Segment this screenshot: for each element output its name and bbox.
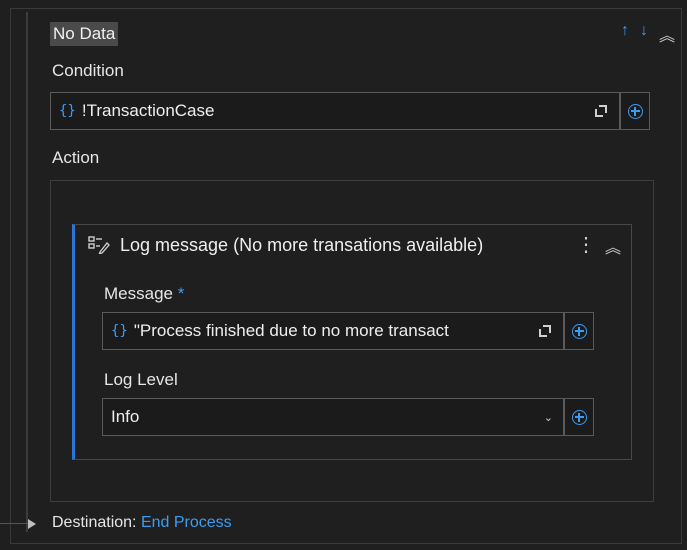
move-down-icon[interactable]: ↓ — [640, 22, 648, 46]
log-level-add-button[interactable] — [564, 398, 594, 436]
destination[interactable]: Destination: End Process — [52, 514, 232, 532]
message-label: Message * — [104, 284, 185, 303]
log-level-value: Info — [111, 407, 140, 426]
chevron-down-icon: ⌄ — [543, 411, 553, 424]
action-label: Action — [52, 148, 100, 167]
case-title[interactable]: No Data — [50, 22, 119, 46]
expression-icon: {} — [59, 103, 76, 119]
log-level-label: Log Level — [104, 370, 178, 389]
message-field[interactable]: {} "Process finished due to no more tran… — [102, 312, 564, 350]
expand-editor-icon[interactable] — [539, 325, 551, 337]
move-up-icon[interactable]: ↑ — [621, 22, 629, 46]
condition-field[interactable]: {} !TransactionCase — [50, 92, 620, 130]
message-value[interactable]: "Process finished due to no more transac… — [134, 321, 539, 341]
expand-editor-icon[interactable] — [595, 105, 607, 117]
log-message-icon — [88, 236, 110, 254]
activity-header[interactable]: Log message (No more transations availab… — [88, 230, 483, 260]
required-marker: * — [177, 284, 185, 303]
expression-icon: {} — [111, 323, 128, 339]
destination-value[interactable]: End Process — [141, 514, 232, 531]
more-options-icon[interactable]: ⋮ — [576, 232, 596, 257]
collapse-activity-icon[interactable]: ︽ — [605, 234, 621, 258]
collapse-case-icon[interactable]: ︽ — [659, 22, 675, 46]
condition-value[interactable]: !TransactionCase — [82, 101, 595, 121]
condition-label: Condition — [52, 61, 124, 80]
caret-right-icon[interactable] — [28, 519, 36, 529]
log-level-select[interactable]: Info ⌄ — [102, 398, 564, 436]
plus-circle-icon — [627, 103, 643, 119]
plus-circle-icon — [571, 323, 587, 339]
case-toolbar: ↑ ↓ ︽ — [621, 22, 675, 46]
flow-connector-line — [26, 12, 28, 532]
plus-circle-icon — [571, 409, 587, 425]
destination-label: Destination: — [52, 514, 137, 531]
destination-connector — [0, 523, 28, 524]
message-add-button[interactable] — [564, 312, 594, 350]
activity-title: Log message (No more transations availab… — [120, 234, 484, 255]
condition-add-button[interactable] — [620, 92, 650, 130]
